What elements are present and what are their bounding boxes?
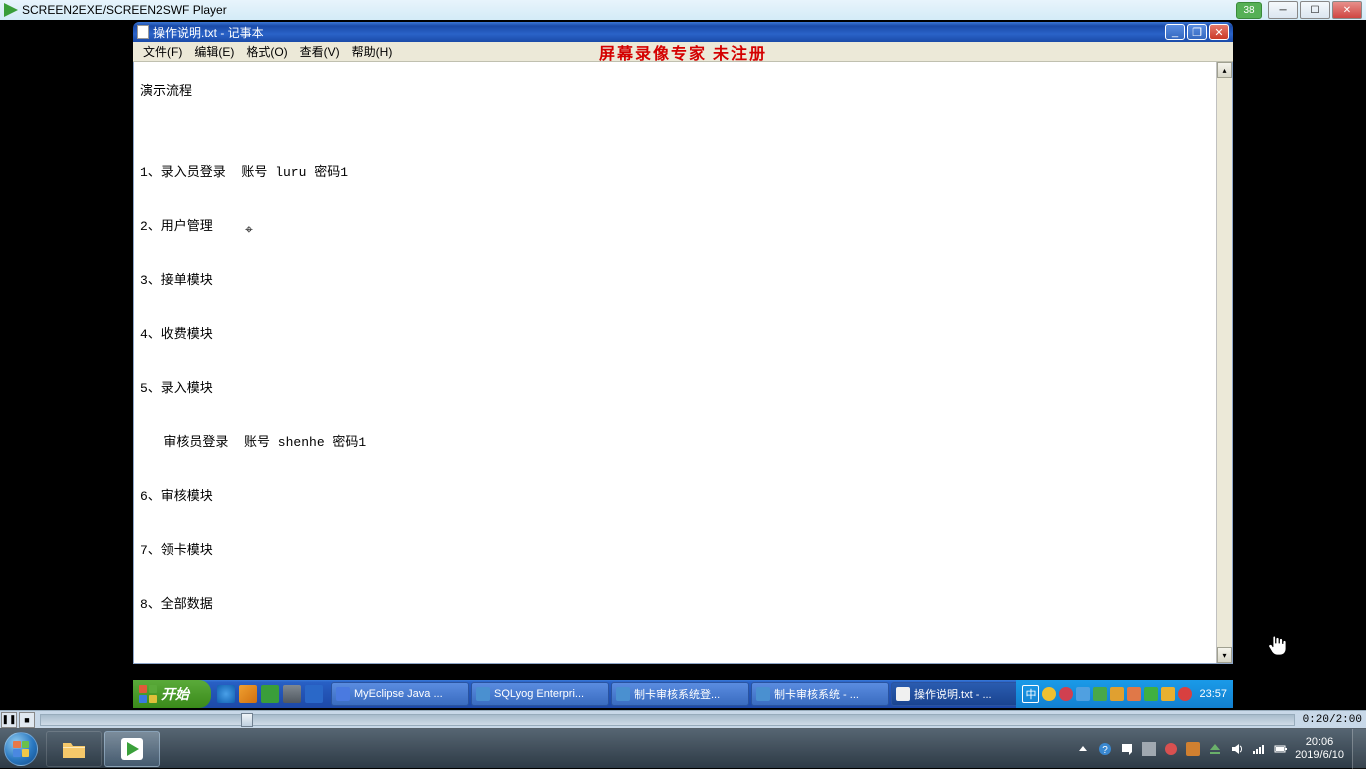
windows-logo-icon: [139, 685, 157, 703]
notepad-maximize-button[interactable]: ❐: [1187, 24, 1207, 40]
ie-icon[interactable]: [217, 685, 235, 703]
player-badge: 38: [1236, 2, 1262, 19]
network-icon[interactable]: [1251, 741, 1267, 757]
tray-signal-icon[interactable]: [1144, 687, 1158, 701]
win7-task-player[interactable]: [104, 731, 160, 767]
menu-format[interactable]: 格式(O): [240, 42, 293, 61]
taskbar-item-label: 制卡审核系统登...: [634, 686, 720, 702]
tray-icon[interactable]: [1042, 687, 1056, 701]
tray-help-icon[interactable]: ?: [1097, 741, 1113, 757]
notepad-menubar: 文件(F) 编辑(E) 格式(O) 查看(V) 帮助(H) 屏幕录像专家 未注册: [133, 42, 1233, 62]
player-app-icon: [4, 3, 18, 17]
notepad-icon: [137, 25, 149, 39]
show-desktop-icon[interactable]: [261, 685, 279, 703]
quicklaunch-icon[interactable]: [305, 685, 323, 703]
player-titlebar: SCREEN2EXE/SCREEN2SWF Player 38 ─ ☐ ✕: [0, 0, 1366, 20]
menu-edit[interactable]: 编辑(E): [188, 42, 240, 61]
action-center-icon[interactable]: [1119, 741, 1135, 757]
player-stop-button[interactable]: ■: [19, 712, 35, 728]
xp-start-button[interactable]: 开始: [133, 680, 211, 708]
scroll-down-button[interactable]: ▾: [1217, 647, 1232, 663]
quicklaunch-icon[interactable]: [283, 685, 301, 703]
taskbar-item-myeclipse[interactable]: MyEclipse Java ...: [331, 682, 469, 706]
taskbar-item-label: MyEclipse Java ...: [354, 688, 443, 700]
taskbar-item-sqlyog[interactable]: SQLyog Enterpri...: [471, 682, 609, 706]
tray-icon[interactable]: [1161, 687, 1175, 701]
taskbar-item-label: SQLyog Enterpri...: [494, 688, 584, 700]
win7-clock[interactable]: 20:06 2019/6/10: [1295, 736, 1344, 762]
win7-clock-time: 20:06: [1295, 736, 1344, 749]
menu-file[interactable]: 文件(F): [137, 42, 188, 61]
player-time-display: 0:20/2:00: [1299, 714, 1366, 726]
win7-clock-date: 2019/6/10: [1295, 749, 1344, 762]
player-seek-thumb[interactable]: [241, 713, 253, 727]
tray-icon[interactable]: [1110, 687, 1124, 701]
taskbar-item-label: 制卡审核系统 - ...: [774, 686, 859, 702]
notepad-body[interactable]: 演示流程 1、录入员登录 账号 luru 密码1 2、用户管理 3、接单模块 4…: [133, 62, 1233, 664]
folder-icon[interactable]: [239, 685, 257, 703]
win7-task-explorer[interactable]: [46, 731, 102, 767]
notepad-close-button[interactable]: ✕: [1209, 24, 1229, 40]
player-seekbar[interactable]: [40, 714, 1295, 726]
recorder-watermark: 屏幕录像专家 未注册: [599, 40, 767, 64]
svg-text:?: ?: [1102, 745, 1108, 756]
notepad-text-content[interactable]: 演示流程 1、录入员登录 账号 luru 密码1 2、用户管理 3、接单模块 4…: [140, 78, 1212, 664]
text-cursor-icon: ⌖: [245, 221, 253, 238]
tray-record-icon[interactable]: [1178, 687, 1192, 701]
notepad-window: 操作说明.txt - 记事本 _ ❐ ✕ 文件(F) 编辑(E) 格式(O) 查…: [133, 22, 1233, 664]
battery-icon[interactable]: [1273, 741, 1289, 757]
player-maximize-button[interactable]: ☐: [1300, 1, 1330, 19]
notepad-title: 操作说明.txt - 记事本: [153, 24, 1163, 41]
play-icon: [121, 738, 143, 760]
tray-app-icon[interactable]: [1141, 741, 1157, 757]
scroll-track[interactable]: [1217, 78, 1232, 647]
menu-view[interactable]: 查看(V): [294, 42, 346, 61]
win7-task-buttons: [42, 731, 164, 767]
taskbar-item-label: 操作说明.txt - ...: [914, 686, 992, 702]
xp-taskbar: 开始 MyEclipse Java ... SQLyog Enterpri...…: [133, 680, 1233, 708]
xp-quicklaunch: [211, 685, 329, 703]
tray-icon[interactable]: [1093, 687, 1107, 701]
notepad-scrollbar[interactable]: ▴ ▾: [1216, 62, 1232, 663]
tray-app-icon[interactable]: [1163, 741, 1179, 757]
ime-indicator[interactable]: 中: [1022, 685, 1039, 703]
hand-cursor-icon: [1268, 634, 1286, 656]
folder-icon: [61, 738, 87, 760]
player-minimize-button[interactable]: ─: [1268, 1, 1298, 19]
win7-start-button[interactable]: [0, 729, 42, 769]
tray-icon[interactable]: [1059, 687, 1073, 701]
player-controls: ❚❚ ■ 0:20/2:00: [0, 710, 1366, 728]
xp-task-buttons: MyEclipse Java ... SQLyog Enterpri... 制卡…: [329, 682, 1016, 706]
volume-icon[interactable]: [1229, 741, 1245, 757]
win7-show-desktop-button[interactable]: [1352, 729, 1366, 769]
menu-help[interactable]: 帮助(H): [346, 42, 399, 61]
taskbar-item-notepad[interactable]: 操作说明.txt - ...: [891, 682, 1016, 706]
player-pause-button[interactable]: ❚❚: [1, 712, 17, 728]
win7-tray: ? 20:06 2019/6/10: [1071, 736, 1352, 762]
taskbar-item-card1[interactable]: 制卡审核系统登...: [611, 682, 749, 706]
player-close-button[interactable]: ✕: [1332, 1, 1362, 19]
tray-expand-icon[interactable]: [1075, 741, 1091, 757]
notepad-minimize-button[interactable]: _: [1165, 24, 1185, 40]
tray-icon[interactable]: [1127, 687, 1141, 701]
xp-start-label: 开始: [161, 684, 189, 704]
player-title: SCREEN2EXE/SCREEN2SWF Player: [22, 3, 1236, 17]
taskbar-item-card2[interactable]: 制卡审核系统 - ...: [751, 682, 889, 706]
xp-clock[interactable]: 23:57: [1199, 688, 1227, 700]
win7-taskbar: ? 20:06 2019/6/10: [0, 728, 1366, 768]
xp-tray: 中 23:57: [1016, 680, 1233, 708]
scroll-up-button[interactable]: ▴: [1217, 62, 1232, 78]
windows-orb-icon: [4, 732, 38, 766]
tray-icon[interactable]: [1076, 687, 1090, 701]
tray-eject-icon[interactable]: [1207, 741, 1223, 757]
tray-app-icon[interactable]: [1185, 741, 1201, 757]
